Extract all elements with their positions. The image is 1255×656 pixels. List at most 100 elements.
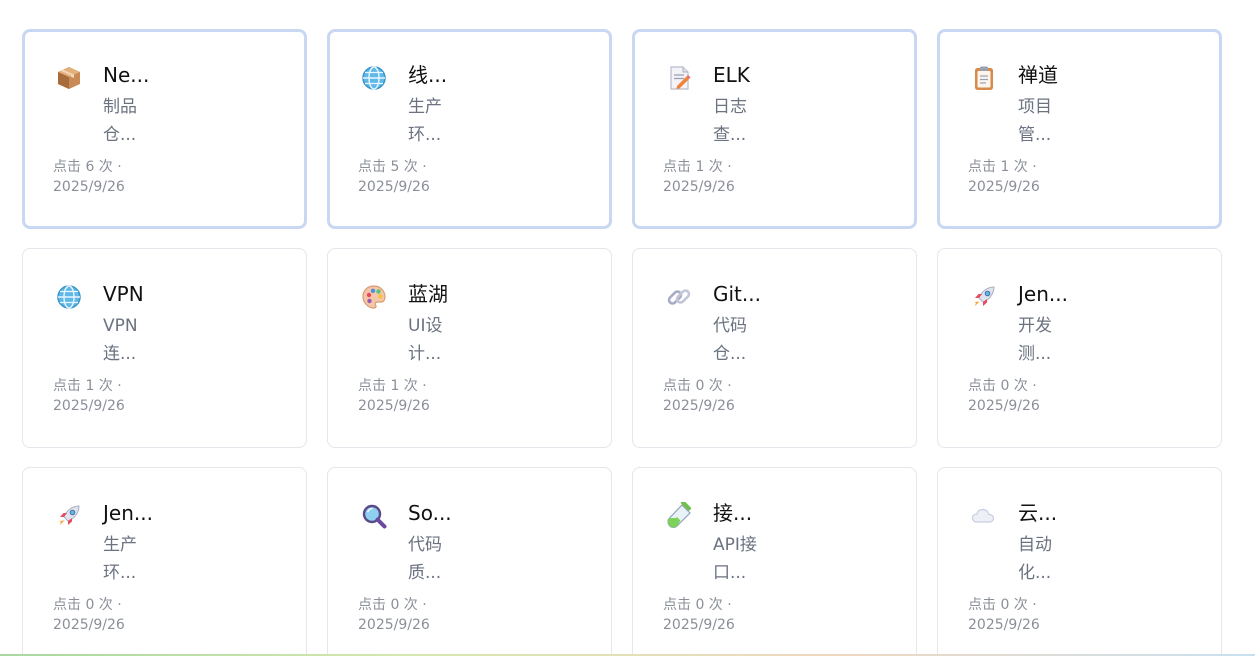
description-line: 环... [408, 125, 442, 145]
date-label: 2025/9/26 [663, 398, 735, 414]
description-line: 生产 [408, 97, 442, 117]
bookmark-description: 开发 测... [1018, 312, 1064, 368]
description-line: 查... [713, 125, 747, 145]
description-line: 环... [103, 563, 137, 583]
bookmark-description: 项目 管... [1018, 93, 1064, 149]
bookmark-meta: 点击 0 次 · 2025/9/26 [968, 376, 1040, 416]
bookmark-description: 代码 仓... [713, 312, 759, 368]
bookmark-description: 代码 质... [408, 531, 454, 587]
bookmark-meta: 点击 6 次 · 2025/9/26 [53, 157, 125, 197]
cloud-icon [968, 500, 1000, 532]
description-line: 日志 [713, 97, 747, 117]
date-label: 2025/9/26 [53, 617, 125, 633]
bookmark-name: 云... [1018, 501, 1058, 525]
bookmark-description: 制品 仓... [103, 93, 149, 149]
clipboard-icon [968, 62, 1000, 94]
bookmark-name: VPN [103, 282, 144, 306]
bookmark-meta: 点击 0 次 · 2025/9/26 [968, 595, 1040, 635]
description-line: 连... [103, 344, 137, 364]
description-line: 开发 [1018, 316, 1052, 336]
package-icon [53, 62, 85, 94]
description-line: 项目 [1018, 97, 1052, 117]
description-line: 仓... [713, 344, 747, 364]
description-line: 生产 [103, 535, 137, 555]
bookmark-grid: Ne... 制品 仓... 点击 6 次 · 2025/9/26 线... 生产… [22, 29, 1222, 656]
bookmark-name: So... [408, 501, 452, 525]
bookmark-card[interactable]: 云... 自动 化... 点击 0 次 · 2025/9/26 [937, 467, 1222, 656]
date-label: 2025/9/26 [663, 179, 735, 195]
description-line: 代码 [408, 535, 442, 555]
description-line: 制品 [103, 97, 137, 117]
click-count: 点击 0 次 · [663, 378, 732, 394]
palette-icon [358, 281, 390, 313]
click-count: 点击 1 次 · [358, 378, 427, 394]
date-label: 2025/9/26 [358, 398, 430, 414]
bookmark-name: 禅道 [1018, 63, 1058, 87]
bookmark-card[interactable]: ELK 日志 查... 点击 1 次 · 2025/9/26 [632, 29, 917, 229]
bookmark-name: Ne... [103, 63, 150, 87]
bookmark-description: API接 口... [713, 531, 759, 587]
bookmark-card[interactable]: 线... 生产 环... 点击 5 次 · 2025/9/26 [327, 29, 612, 229]
bookmark-card[interactable]: Jen... 开发 测... 点击 0 次 · 2025/9/26 [937, 248, 1222, 448]
click-count: 点击 0 次 · [358, 597, 427, 613]
date-label: 2025/9/26 [968, 179, 1040, 195]
bookmark-page: Ne... 制品 仓... 点击 6 次 · 2025/9/26 线... 生产… [0, 0, 1255, 656]
click-count: 点击 5 次 · [358, 159, 427, 175]
rocket-icon [968, 281, 1000, 313]
link-icon [663, 281, 695, 313]
description-line: 代码 [713, 316, 747, 336]
date-label: 2025/9/26 [968, 617, 1040, 633]
click-count: 点击 0 次 · [968, 597, 1037, 613]
bookmark-description: 自动 化... [1018, 531, 1064, 587]
globe-icon [53, 281, 85, 313]
bookmark-card[interactable]: Git... 代码 仓... 点击 0 次 · 2025/9/26 [632, 248, 917, 448]
bookmark-meta: 点击 0 次 · 2025/9/26 [663, 595, 735, 635]
description-line: 质... [408, 563, 442, 583]
bookmark-meta: 点击 0 次 · 2025/9/26 [663, 376, 735, 416]
click-count: 点击 1 次 · [663, 159, 732, 175]
bookmark-card[interactable]: 接... API接 口... 点击 0 次 · 2025/9/26 [632, 467, 917, 656]
bookmark-description: VPN 连... [103, 312, 149, 368]
memo-icon [663, 62, 695, 94]
bookmark-card[interactable]: So... 代码 质... 点击 0 次 · 2025/9/26 [327, 467, 612, 656]
click-count: 点击 1 次 · [53, 378, 122, 394]
date-label: 2025/9/26 [53, 398, 125, 414]
click-count: 点击 1 次 · [968, 159, 1037, 175]
bookmark-description: UI设 计... [408, 312, 454, 368]
bookmark-description: 生产 环... [103, 531, 149, 587]
click-count: 点击 0 次 · [663, 597, 732, 613]
bookmark-card[interactable]: VPN VPN 连... 点击 1 次 · 2025/9/26 [22, 248, 307, 448]
click-count: 点击 6 次 · [53, 159, 122, 175]
magnifier-icon [358, 500, 390, 532]
bookmark-name: Git... [713, 282, 761, 306]
description-line: UI设 [408, 316, 443, 336]
date-label: 2025/9/26 [358, 617, 430, 633]
bookmark-name: 接... [713, 501, 753, 525]
globe-icon [358, 62, 390, 94]
bookmark-card[interactable]: 蓝湖 UI设 计... 点击 1 次 · 2025/9/26 [327, 248, 612, 448]
description-line: VPN [103, 316, 138, 336]
bookmark-name: 蓝湖 [408, 282, 448, 306]
test-tube-icon [663, 500, 695, 532]
bookmark-name: 线... [408, 63, 448, 87]
description-line: 计... [408, 344, 442, 364]
bookmark-card[interactable]: 禅道 项目 管... 点击 1 次 · 2025/9/26 [937, 29, 1222, 229]
description-line: 管... [1018, 125, 1052, 145]
bookmark-meta: 点击 0 次 · 2025/9/26 [358, 595, 430, 635]
bookmark-meta: 点击 1 次 · 2025/9/26 [968, 157, 1040, 197]
date-label: 2025/9/26 [663, 617, 735, 633]
click-count: 点击 0 次 · [53, 597, 122, 613]
date-label: 2025/9/26 [358, 179, 430, 195]
description-line: 口... [713, 563, 747, 583]
bookmark-card[interactable]: Jen... 生产 环... 点击 0 次 · 2025/9/26 [22, 467, 307, 656]
bookmark-card[interactable]: Ne... 制品 仓... 点击 6 次 · 2025/9/26 [22, 29, 307, 229]
bookmark-name: Jen... [1018, 282, 1068, 306]
description-line: 测... [1018, 344, 1052, 364]
description-line: 自动 [1018, 535, 1052, 555]
bookmark-description: 日志 查... [713, 93, 759, 149]
bookmark-meta: 点击 1 次 · 2025/9/26 [358, 376, 430, 416]
date-label: 2025/9/26 [53, 179, 125, 195]
click-count: 点击 0 次 · [968, 378, 1037, 394]
bookmark-description: 生产 环... [408, 93, 454, 149]
bookmark-name: Jen... [103, 501, 153, 525]
